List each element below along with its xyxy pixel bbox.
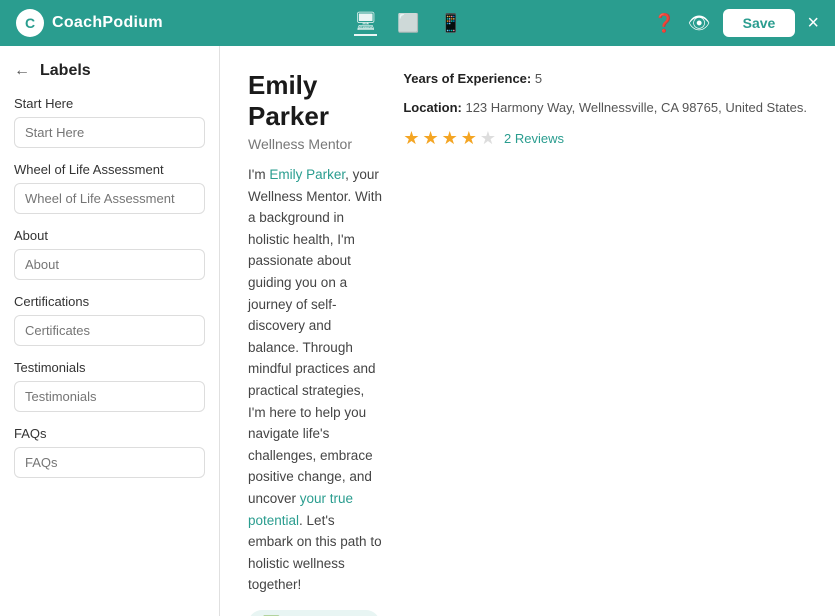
close-button[interactable]: × bbox=[807, 12, 819, 35]
sidebar-input-start-here[interactable] bbox=[14, 117, 205, 148]
profile-name: Emily Parker bbox=[248, 70, 383, 132]
sidebar-section-certifications: Certifications bbox=[14, 294, 205, 346]
save-button[interactable]: Save bbox=[723, 9, 796, 37]
bio-highlight-name: Emily Parker bbox=[269, 167, 345, 182]
star-2: ★ bbox=[422, 128, 438, 149]
main-layout: ← Labels Start Here Wheel of Life Assess… bbox=[0, 46, 835, 616]
years-label: Years of Experience: 5 bbox=[403, 71, 542, 86]
sidebar: ← Labels Start Here Wheel of Life Assess… bbox=[0, 46, 220, 616]
sidebar-section-faqs: FAQs bbox=[14, 426, 205, 478]
star-rating: ★ ★ ★ ★ ★ 2 Reviews bbox=[403, 128, 807, 149]
profile-subtitle: Wellness Mentor bbox=[248, 136, 383, 152]
profile-bio: I'm Emily Parker, your Wellness Mentor. … bbox=[248, 164, 383, 596]
reviews-count[interactable]: 2 Reviews bbox=[504, 131, 564, 146]
profile-right: Years of Experience: 5 Location: 123 Har… bbox=[383, 70, 807, 149]
brand-name: CoachPodium bbox=[52, 14, 163, 32]
logo-letter: C bbox=[25, 15, 35, 31]
sidebar-section-testimonials: Testimonials bbox=[14, 360, 205, 412]
logo-icon: C bbox=[16, 9, 44, 37]
profile-tag: ✅ Life Coaching bbox=[248, 610, 380, 616]
sidebar-label-about: About bbox=[14, 228, 205, 243]
star-5: ★ bbox=[480, 128, 496, 149]
sidebar-label-testimonials: Testimonials bbox=[14, 360, 205, 375]
bio-highlight-potential: your true potential bbox=[248, 491, 353, 528]
star-1: ★ bbox=[403, 128, 419, 149]
sidebar-title: Labels bbox=[40, 62, 91, 80]
sidebar-input-certifications[interactable] bbox=[14, 315, 205, 346]
profile-top: Emily Parker Wellness Mentor I'm Emily P… bbox=[248, 70, 807, 616]
back-button[interactable]: ← bbox=[14, 62, 30, 80]
eye-icon[interactable]: 👁 bbox=[688, 13, 711, 34]
sidebar-header: ← Labels bbox=[14, 62, 205, 80]
location-text: Location: 123 Harmony Way, Wellnessville… bbox=[403, 98, 807, 118]
sidebar-input-faqs[interactable] bbox=[14, 447, 205, 478]
mobile-icon[interactable]: 📱 bbox=[440, 13, 462, 34]
logo: C CoachPodium bbox=[16, 9, 163, 37]
topbar: C CoachPodium 🖥 ⬜ 📱 ❓ 👁 Save × bbox=[0, 0, 835, 46]
sidebar-section-start-here: Start Here bbox=[14, 96, 205, 148]
profile-header: Emily Parker Wellness Mentor I'm Emily P… bbox=[220, 46, 835, 616]
desktop-icon[interactable]: 🖥 bbox=[354, 11, 377, 36]
sidebar-label-faqs: FAQs bbox=[14, 426, 205, 441]
star-4: ★ bbox=[461, 128, 477, 149]
tablet-icon[interactable]: ⬜ bbox=[397, 13, 419, 34]
sidebar-input-about[interactable] bbox=[14, 249, 205, 280]
star-3: ★ bbox=[442, 128, 458, 149]
sidebar-section-about: About bbox=[14, 228, 205, 280]
help-icon[interactable]: ❓ bbox=[653, 13, 675, 34]
topbar-device-icons: 🖥 ⬜ 📱 bbox=[354, 11, 462, 36]
sidebar-section-wheel-of-life: Wheel of Life Assessment bbox=[14, 162, 205, 214]
years-of-experience: Years of Experience: 5 bbox=[403, 70, 807, 88]
profile-left: Emily Parker Wellness Mentor I'm Emily P… bbox=[248, 70, 383, 616]
sidebar-label-wheel-of-life: Wheel of Life Assessment bbox=[14, 162, 205, 177]
topbar-right: ❓ 👁 Save × bbox=[653, 9, 819, 37]
content-area: Emily Parker Wellness Mentor I'm Emily P… bbox=[220, 46, 835, 616]
sidebar-input-wheel-of-life[interactable] bbox=[14, 183, 205, 214]
sidebar-input-testimonials[interactable] bbox=[14, 381, 205, 412]
sidebar-label-start-here: Start Here bbox=[14, 96, 205, 111]
sidebar-label-certifications: Certifications bbox=[14, 294, 205, 309]
location: Location: 123 Harmony Way, Wellnessville… bbox=[403, 98, 807, 118]
